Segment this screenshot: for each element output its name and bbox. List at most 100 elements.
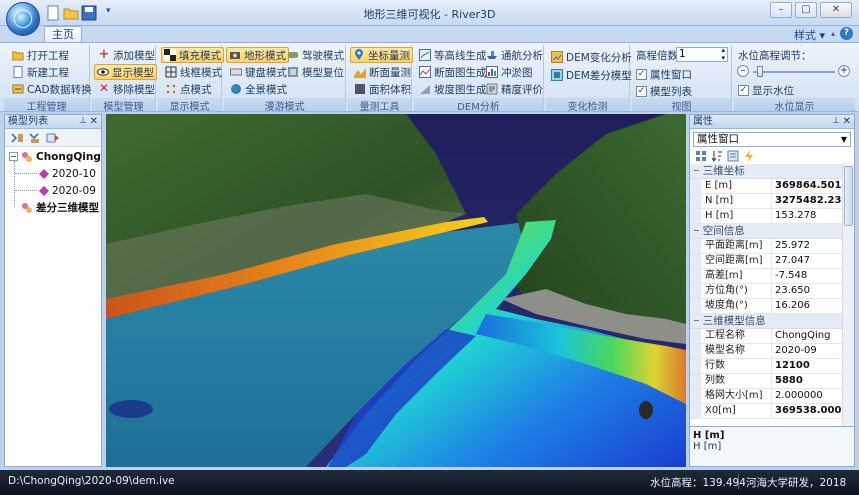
application-menu-button[interactable] bbox=[6, 2, 40, 36]
water-level-slider[interactable]: – + bbox=[737, 65, 851, 79]
terrain-mode-label: 地形模式 bbox=[244, 49, 286, 62]
point-mode-label: 点模式 bbox=[180, 83, 212, 96]
point-mode-button[interactable]: 点模式 bbox=[163, 81, 214, 97]
section-gen-button[interactable]: 断面图生成 bbox=[417, 64, 489, 80]
property-row[interactable]: 平面距离[m] 25.972 bbox=[690, 239, 843, 254]
property-row[interactable]: H [m] 153.278 bbox=[690, 209, 843, 224]
cad-convert-button[interactable]: CAD数据转换 bbox=[10, 81, 94, 97]
property-category[interactable]: − 三维模型信息 bbox=[690, 314, 843, 329]
close-button[interactable]: ✕ bbox=[820, 2, 852, 18]
minimize-button[interactable]: – bbox=[770, 2, 792, 18]
property-row[interactable]: 高差[m] -7.548 bbox=[690, 269, 843, 284]
style-menu[interactable]: 样式 ▾ bbox=[794, 27, 825, 43]
wire-mode-label: 线框模式 bbox=[180, 66, 222, 79]
restore-button[interactable]: □ bbox=[795, 2, 817, 18]
collapse-tree-icon[interactable] bbox=[28, 132, 42, 144]
section-measure-button[interactable]: 断面量测 bbox=[352, 64, 413, 80]
group-display: 填充模式 线框模式 点模式 显示模式 bbox=[158, 45, 224, 113]
property-value: 3275482.237 bbox=[775, 195, 843, 206]
dem-diff-button[interactable]: DEM差分模型 bbox=[549, 67, 634, 83]
rock-outcrop bbox=[639, 401, 653, 419]
fly-mode-button[interactable]: 驾驶模式 bbox=[285, 47, 346, 63]
close-icon[interactable]: ✕ bbox=[90, 115, 98, 128]
properties-pane: 属性 ⊥ ✕ 属性窗口 ▼ − 三维坐标 E [m] 369864.501 N [m… bbox=[689, 114, 855, 467]
collapse-icon[interactable]: − bbox=[693, 224, 700, 238]
3d-viewport[interactable] bbox=[106, 114, 686, 467]
property-row[interactable]: 空间距离[m] 27.047 bbox=[690, 254, 843, 269]
pin-icon[interactable]: ⊥ bbox=[832, 115, 840, 128]
collapse-icon[interactable]: − bbox=[9, 152, 18, 161]
new-project-button[interactable]: 新建工程 bbox=[10, 64, 71, 80]
events-lightning-icon[interactable] bbox=[743, 150, 755, 162]
close-icon[interactable]: ✕ bbox=[843, 115, 851, 128]
dem-diff-label: DEM差分模型 bbox=[566, 69, 632, 82]
contour-gen-button[interactable]: 等高线生成 bbox=[417, 47, 489, 63]
elev-factor-spinner[interactable]: 1 ▴ ▾ bbox=[676, 46, 728, 62]
property-row[interactable]: 方位角(°) 23.650 bbox=[690, 284, 843, 299]
collapse-icon[interactable]: − bbox=[693, 314, 700, 328]
wire-mode-button[interactable]: 线框模式 bbox=[163, 64, 224, 80]
section-icon bbox=[354, 68, 366, 78]
erosion-map-button[interactable]: 冲淤图 bbox=[484, 64, 535, 80]
navigation-analysis-button[interactable]: 通航分析 bbox=[484, 47, 545, 63]
open-project-button[interactable]: 打开工程 bbox=[10, 47, 71, 63]
slider-thumb[interactable] bbox=[757, 66, 763, 77]
property-category[interactable]: − 三维坐标 bbox=[690, 164, 843, 179]
terrain-mode-button[interactable]: 地形模式 bbox=[226, 47, 289, 63]
slope-gen-button[interactable]: 坡度图生成 bbox=[417, 81, 489, 97]
eye-icon bbox=[97, 68, 109, 76]
plus-icon[interactable]: + bbox=[838, 65, 850, 77]
sort-alpha-icon[interactable] bbox=[711, 150, 723, 162]
property-row[interactable]: 模型名称 2020-09 bbox=[690, 344, 843, 359]
category-label: 三维模型信息 bbox=[702, 315, 766, 327]
reset-model-button[interactable]: 模型复位 bbox=[285, 64, 346, 80]
minus-icon[interactable]: – bbox=[737, 65, 749, 77]
property-row[interactable]: 列数 5880 bbox=[690, 374, 843, 389]
minimize-ribbon-icon[interactable]: ▴ bbox=[831, 29, 835, 38]
tree-item-project[interactable]: − ChongQing bbox=[9, 149, 101, 164]
fill-mode-button[interactable]: 填充模式 bbox=[161, 47, 224, 63]
help-icon[interactable]: ? bbox=[840, 27, 853, 40]
pin-icon[interactable]: ⊥ bbox=[79, 115, 87, 128]
property-row[interactable]: 坡度角(°) 16.206 bbox=[690, 299, 843, 314]
keyboard-mode-button[interactable]: 键盘模式 bbox=[228, 64, 289, 80]
accuracy-eval-button[interactable]: 精度评价 bbox=[484, 81, 545, 97]
property-row[interactable]: 工程名称 ChongQing bbox=[690, 329, 843, 344]
section-chart-icon bbox=[419, 66, 431, 78]
show-model-button[interactable]: 显示模型 bbox=[94, 64, 157, 80]
property-row[interactable]: E [m] 369864.501 bbox=[690, 179, 843, 194]
tree-item-model[interactable]: 2020-10 bbox=[39, 166, 96, 181]
panorama-mode-button[interactable]: 全景模式 bbox=[228, 81, 289, 97]
terrain-render[interactable] bbox=[106, 114, 686, 467]
property-row[interactable]: 格网大小[m] 2.000000 bbox=[690, 389, 843, 404]
tree-item-model[interactable]: 2020-09 bbox=[39, 183, 96, 198]
properties-selector[interactable]: 属性窗口 ▼ bbox=[693, 132, 851, 147]
tab-home[interactable]: 主页 bbox=[44, 26, 82, 43]
categorized-icon[interactable] bbox=[695, 150, 707, 162]
reset-icon bbox=[288, 67, 298, 77]
prop-window-checkbox[interactable]: ✓ 属性窗口 bbox=[634, 66, 694, 82]
show-water-checkbox[interactable]: ✓ 显示水位 bbox=[736, 82, 796, 98]
spinner-arrows-icon[interactable]: ▴ ▾ bbox=[721, 46, 725, 62]
coord-measure-button[interactable]: 坐标量测 bbox=[350, 47, 413, 63]
property-row[interactable]: N [m] 3275482.237 bbox=[690, 194, 843, 209]
remove-model-button[interactable]: ✕ 移除模型 bbox=[96, 81, 157, 97]
group-dem: 等高线生成 通航分析 断面图生成 冲淤图 坡度图生成 精度评价 DEM分析 bbox=[414, 45, 545, 113]
dem-change-button[interactable]: DEM变化分析 bbox=[549, 49, 634, 65]
property-row[interactable]: 行数 12100 bbox=[690, 359, 843, 374]
tree-item-label: 差分三维模型 bbox=[36, 202, 99, 214]
property-category[interactable]: − 空间信息 bbox=[690, 224, 843, 239]
tree-item-diff-model[interactable]: 差分三维模型 bbox=[21, 200, 99, 215]
slider-track[interactable] bbox=[753, 71, 835, 73]
refresh-tree-icon[interactable] bbox=[46, 132, 60, 144]
collapse-icon[interactable]: − bbox=[693, 164, 700, 178]
expand-tree-icon[interactable] bbox=[10, 132, 24, 144]
scrollbar-thumb[interactable] bbox=[844, 166, 853, 226]
model-list-checkbox[interactable]: ✓ 模型列表 bbox=[634, 83, 694, 99]
property-pages-icon[interactable] bbox=[727, 150, 739, 162]
property-scrollbar[interactable] bbox=[842, 164, 854, 427]
property-row[interactable]: X0[m] 369538.000 bbox=[690, 404, 843, 419]
add-model-button[interactable]: + 添加模型 bbox=[96, 47, 157, 63]
status-file-path: D:\ChongQing\2020-09\dem.ive bbox=[8, 475, 175, 487]
area-volume-button[interactable]: 面积体积 bbox=[352, 81, 413, 97]
